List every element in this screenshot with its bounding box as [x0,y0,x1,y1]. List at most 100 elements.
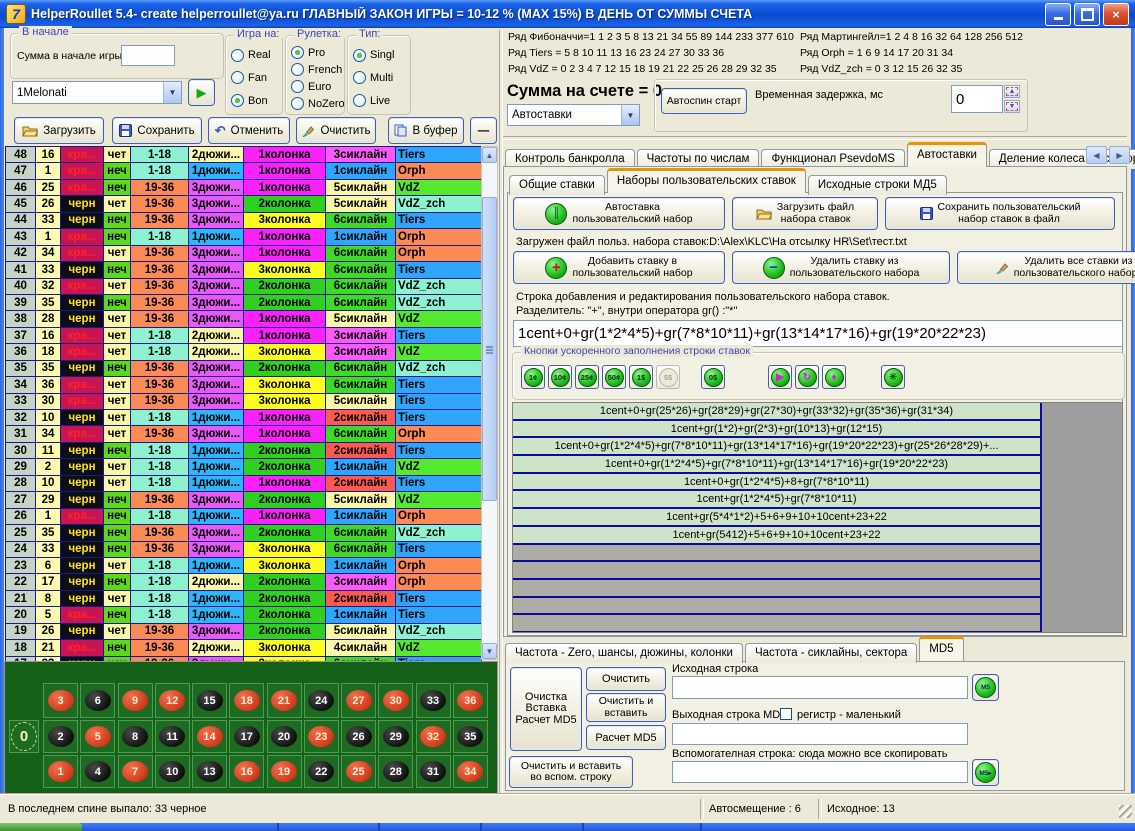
autobet-user-set-button[interactable]: ║ Автоставка пользовательский набор [513,197,725,230]
run-preset-button[interactable]: ▶ [188,79,215,106]
md5-calc-icon-button[interactable]: М5 [972,674,999,701]
board-cell-0[interactable]: 0 [9,720,39,753]
delay-input[interactable] [951,85,1003,113]
save-button[interactable]: Сохранить [112,117,202,144]
board-cell-31[interactable]: 31 [416,755,451,788]
board-cell-10[interactable]: 10 [155,755,190,788]
md5-calc-button[interactable]: Расчет MD5 [586,725,666,750]
md5-clear-paste-helper-button[interactable]: Очистить и вставить во вспом. строку [509,756,633,788]
subtab-наборы-пользовательских-ставок[interactable]: Наборы пользовательских ставок [607,168,806,193]
chevron-down-icon[interactable]: ▼ [621,105,639,125]
spin-up-icon[interactable]: ▲ [1004,85,1020,98]
clear-button[interactable]: Очистить [296,117,376,144]
autospin-start-button[interactable]: Автоспин старт [661,88,747,114]
quick-shuffle-button[interactable]: ♦ [822,365,846,389]
board-cell-6[interactable]: 6 [80,683,115,718]
board-cell-7[interactable]: 7 [118,755,153,788]
board-cell-26[interactable]: 26 [341,720,376,753]
md5-output-input[interactable] [672,723,968,745]
board-cell-8[interactable]: 8 [118,720,153,753]
board-cell-5[interactable]: 5 [80,720,115,753]
md5-helper-icon-button[interactable]: М5▸ [972,759,999,786]
board-cell-1[interactable]: 1 [43,755,78,788]
bet-string-row[interactable]: 1cent+gr(5*4*1*2)+5+6+9+10+10cent+23+22 [513,509,1040,527]
bet-string-row[interactable]: 1cent+gr(1*2)+gr(2*3)+gr(10*13)+gr(12*15… [513,421,1040,439]
tab-scroll-left-icon[interactable]: ◀ [1086,146,1107,164]
scroll-down-icon[interactable]: ▼ [482,643,497,659]
collapse-button[interactable]: — [470,117,497,144]
minimize-button[interactable] [1045,3,1071,26]
bet-string-input[interactable] [513,320,1123,347]
load-set-file-button[interactable]: Загрузить файл набора ставок [732,197,878,230]
undo-button[interactable]: ↶ Отменить [208,117,290,144]
close-button[interactable]: × [1103,3,1129,26]
scrollbar-thumb[interactable]: ▬▬▬ [482,197,497,501]
resize-grip[interactable] [1119,805,1132,818]
board-cell-18[interactable]: 18 [229,683,264,718]
board-cell-30[interactable]: 30 [378,683,413,718]
save-set-file-button[interactable]: Сохранить пользовательский набор ставок … [885,197,1115,230]
subtab-общие-ставки[interactable]: Общие ставки [509,175,605,195]
quick-coin-0d-button[interactable]: 0$ [701,365,725,389]
delete-bet-button[interactable]: − Удалить ставку из пользовательского на… [732,251,950,284]
radio-option-singl[interactable]: Singl [353,49,408,62]
freqtab-частота-сиклайны-сектора[interactable]: Частота - сиклайны, сектора [745,643,917,663]
board-cell-24[interactable]: 24 [304,683,339,718]
board-cell-14[interactable]: 14 [192,720,227,753]
md5-clear-button[interactable]: Очистить [586,667,666,691]
freqtab-md5[interactable]: MD5 [919,636,963,661]
board-cell-36[interactable]: 36 [453,683,488,718]
board-cell-21[interactable]: 21 [267,683,302,718]
board-cell-17[interactable]: 17 [229,720,264,753]
bet-string-row[interactable]: 1cent+0+gr(1*2*4*5)+gr(7*8*10*11)+gr(13*… [513,456,1040,474]
board-cell-20[interactable]: 20 [267,720,302,753]
radio-option-nozero[interactable]: NoZero [291,97,342,110]
md5-stack-button[interactable]: Очистка Вставка Расчет MD5 [510,667,582,751]
radio-option-pro[interactable]: Pro [291,46,342,59]
bet-string-row[interactable]: 1cent+0+gr(25*26)+gr(28*29)+gr(27*30)+gr… [513,403,1040,421]
bet-string-row[interactable]: 1cent+0+gr(1*2*4*5)+8+gr(7*8*10*11) [513,474,1040,492]
scroll-up-icon[interactable]: ▲ [482,147,497,163]
radio-option-french[interactable]: French [291,63,342,76]
board-cell-33[interactable]: 33 [416,683,451,718]
board-cell-11[interactable]: 11 [155,720,190,753]
bet-string-row[interactable]: 1cent+0+gr(1*2*4*5)+gr(7*8*10*11)+gr(13*… [513,438,1040,456]
delay-spinner[interactable]: ▲ ▼ [1004,85,1020,113]
quick-coin-1c-button[interactable]: 1¢ [521,365,545,389]
radio-option-real[interactable]: Real [231,49,280,62]
tab-автоставки[interactable]: Автоставки [907,142,987,167]
board-cell-23[interactable]: 23 [304,720,339,753]
md5-clear-paste-button[interactable]: Очистить и вставить [586,693,666,722]
radio-option-bon[interactable]: Bon [231,94,280,107]
radio-option-live[interactable]: Live [353,94,408,107]
add-bet-button[interactable]: + Добавить ставку в пользовательский наб… [513,251,725,284]
board-cell-29[interactable]: 29 [378,720,413,753]
board-cell-27[interactable]: 27 [341,683,376,718]
board-cell-22[interactable]: 22 [304,755,339,788]
board-cell-35[interactable]: 35 [453,720,488,753]
board-cell-34[interactable]: 34 [453,755,488,788]
board-cell-3[interactable]: 3 [43,683,78,718]
md5-source-input[interactable] [672,676,968,699]
board-cell-9[interactable]: 9 [118,683,153,718]
board-cell-25[interactable]: 25 [341,755,376,788]
radio-option-fan[interactable]: Fan [231,71,280,84]
quick-repeat-button[interactable]: ↻ [795,365,819,389]
bet-string-row[interactable]: 1cent+gr(1*2*4*5)+gr(7*8*10*11) [513,491,1040,509]
quick-play-button[interactable]: ▶ [768,365,792,389]
quick-coin-50c-button[interactable]: 50¢ [602,365,626,389]
maximize-button[interactable] [1074,3,1100,26]
board-cell-15[interactable]: 15 [192,683,227,718]
board-cell-28[interactable]: 28 [378,755,413,788]
board-cell-19[interactable]: 19 [267,755,302,788]
board-cell-13[interactable]: 13 [192,755,227,788]
quick-coin-10c-button[interactable]: 10¢ [548,365,572,389]
lowercase-checkbox[interactable] [780,708,792,720]
radio-option-euro[interactable]: Euro [291,80,342,93]
start-button-fragment[interactable] [0,823,82,831]
title-bar[interactable]: 7 HelperRoullet 5.4- create helperroulle… [0,0,1135,28]
board-cell-4[interactable]: 4 [80,755,115,788]
board-cell-2[interactable]: 2 [43,720,78,753]
md5-helper-input[interactable] [672,761,968,783]
quick-coin-1d-button[interactable]: 1$ [629,365,653,389]
